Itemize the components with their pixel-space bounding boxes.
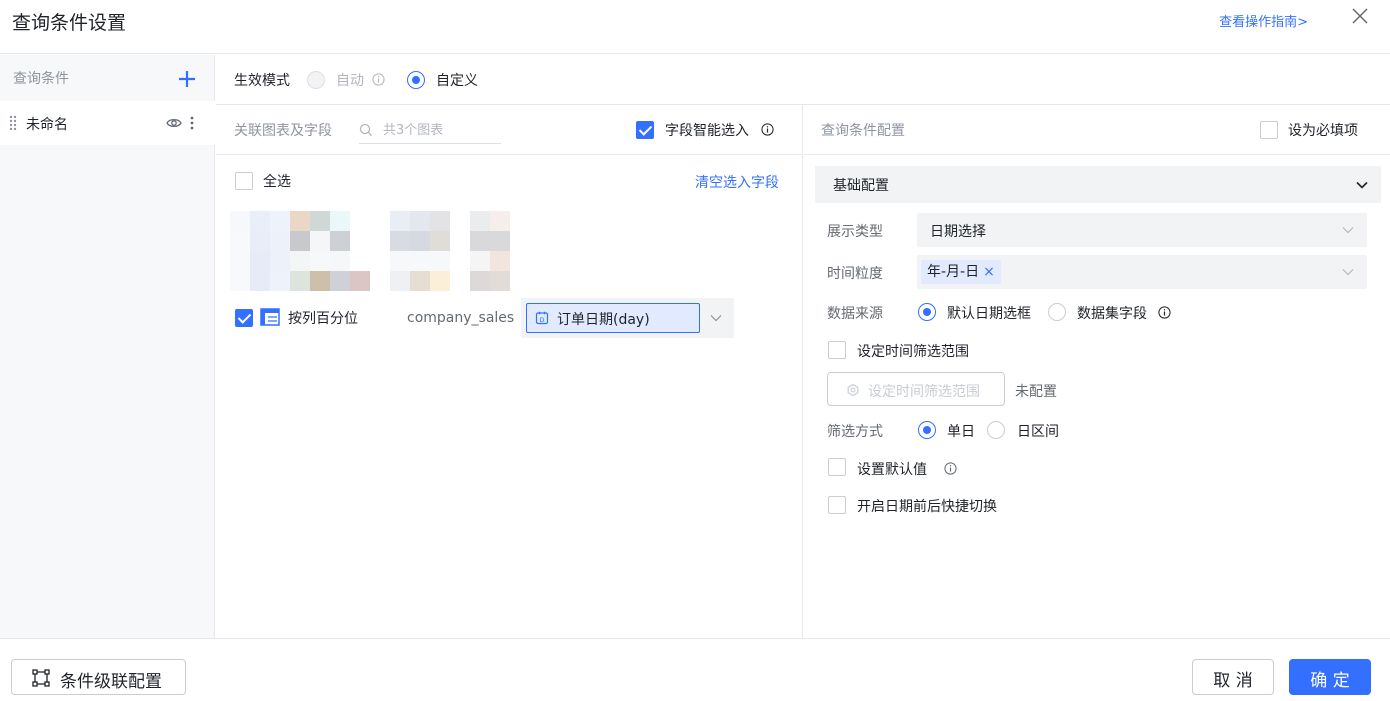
quick-switch-label: 开启日期前后快捷切换 bbox=[857, 499, 997, 515]
dataset-name: company_sales bbox=[407, 310, 515, 326]
condition-item-label: 未命名 bbox=[26, 117, 68, 133]
close-icon[interactable] bbox=[1350, 6, 1370, 26]
required-checkbox[interactable] bbox=[1260, 121, 1278, 139]
chart-search[interactable] bbox=[359, 118, 501, 144]
sidebar-title: 查询条件 bbox=[13, 71, 69, 87]
linkage-icon bbox=[32, 669, 50, 687]
granularity-tag-label: 年-月-日 bbox=[927, 264, 980, 280]
select-all-checkbox[interactable] bbox=[235, 172, 253, 190]
condition-sidebar: 查询条件 未命名 bbox=[0, 55, 215, 638]
data-source-default-label: 默认日期选框 bbox=[947, 306, 1031, 322]
date-field-icon: D bbox=[535, 311, 549, 325]
filter-day-range-radio[interactable] bbox=[987, 421, 1005, 439]
smart-select-label: 字段智能选入 bbox=[665, 123, 749, 139]
granularity-tag: 年-月-日 × bbox=[921, 260, 1001, 284]
chart-thumbnail bbox=[390, 211, 530, 291]
chart-name: 按列百分位 bbox=[288, 311, 358, 327]
basic-config-section[interactable]: 基础配置 bbox=[815, 166, 1381, 203]
set-time-range-label: 设定时间筛选范围 bbox=[868, 384, 980, 400]
data-source-dataset-radio[interactable] bbox=[1048, 303, 1066, 321]
info-icon bbox=[1158, 306, 1171, 319]
chevron-down-icon bbox=[1342, 227, 1354, 234]
default-value-checkbox[interactable] bbox=[828, 458, 846, 476]
mode-auto-label: 自动 bbox=[336, 73, 364, 89]
chevron-down-icon[interactable] bbox=[709, 311, 723, 325]
display-type-value: 日期选择 bbox=[930, 224, 986, 240]
filter-mode-label: 筛选方式 bbox=[827, 424, 883, 440]
section-title: 基础配置 bbox=[833, 178, 889, 194]
tag-remove-icon[interactable]: × bbox=[983, 264, 995, 280]
granularity-select[interactable]: 年-月-日 × bbox=[917, 255, 1367, 289]
chart-thumbnail bbox=[230, 211, 370, 291]
query-condition-dialog: 查询条件设置 查看操作指南> 查询条件 未命名 生效模式 自动 自定义 关联图表… bbox=[0, 0, 1390, 701]
dialog-title: 查询条件设置 bbox=[12, 12, 127, 34]
info-icon bbox=[372, 73, 385, 86]
set-time-range-button[interactable]: 设定时间筛选范围 bbox=[827, 372, 1005, 406]
display-type-label: 展示类型 bbox=[827, 224, 883, 240]
filter-single-day-label: 单日 bbox=[947, 424, 975, 440]
field-select-value: 订单日期(day) bbox=[557, 312, 650, 328]
time-range-status: 未配置 bbox=[1015, 384, 1057, 400]
field-select[interactable]: D 订单日期(day) bbox=[526, 303, 700, 333]
linked-charts-header: 关联图表及字段 字段智能选入 bbox=[216, 105, 803, 155]
mode-custom-label: 自定义 bbox=[436, 73, 478, 89]
required-label: 设为必填项 bbox=[1288, 123, 1358, 139]
smart-select-checkbox[interactable] bbox=[636, 121, 654, 139]
default-value-label: 设置默认值 bbox=[857, 462, 927, 478]
config-header: 查询条件配置 设为必填项 bbox=[804, 105, 1390, 155]
dialog-header: 查询条件设置 查看操作指南> bbox=[0, 0, 1390, 54]
chevron-down-icon bbox=[1342, 269, 1354, 276]
cancel-button[interactable]: 取 消 bbox=[1192, 659, 1274, 695]
svg-text:D: D bbox=[539, 316, 544, 324]
data-source-label: 数据来源 bbox=[827, 306, 883, 322]
linkage-config-button[interactable]: 条件级联配置 bbox=[11, 659, 186, 695]
quick-switch-checkbox[interactable] bbox=[828, 496, 846, 514]
filter-single-day-radio[interactable] bbox=[918, 421, 936, 439]
chevron-down-icon[interactable] bbox=[1355, 178, 1369, 192]
guide-link[interactable]: 查看操作指南> bbox=[1219, 11, 1308, 30]
drag-handle-icon[interactable] bbox=[9, 115, 17, 131]
clear-fields-link[interactable]: 清空选入字段 bbox=[695, 172, 779, 192]
chart-search-input[interactable] bbox=[383, 120, 499, 140]
select-all-label: 全选 bbox=[263, 174, 291, 190]
linked-charts-title: 关联图表及字段 bbox=[234, 123, 332, 139]
search-icon bbox=[359, 123, 372, 136]
settings-icon bbox=[847, 383, 859, 397]
ok-button-label: 确 定 bbox=[1310, 671, 1350, 691]
more-icon[interactable] bbox=[189, 115, 195, 131]
time-range-checkbox[interactable] bbox=[828, 341, 846, 359]
config-panel: 查询条件配置 设为必填项 基础配置 展示类型 日期选择 时间粒度 年-月-日× bbox=[804, 105, 1390, 638]
mode-label: 生效模式 bbox=[234, 73, 290, 89]
config-title: 查询条件配置 bbox=[821, 123, 905, 139]
add-icon[interactable] bbox=[177, 69, 197, 89]
info-icon bbox=[944, 462, 957, 475]
display-type-select[interactable]: 日期选择 bbox=[917, 213, 1367, 247]
condition-item[interactable]: 未命名 bbox=[0, 101, 215, 145]
mode-auto-radio bbox=[307, 71, 325, 89]
eye-icon[interactable] bbox=[166, 116, 182, 130]
mode-bar: 生效模式 自动 自定义 bbox=[216, 55, 1390, 105]
dialog-footer: 条件级联配置 取 消 确 定 bbox=[0, 638, 1390, 701]
ok-button[interactable]: 确 定 bbox=[1289, 659, 1371, 695]
sidebar-header: 查询条件 bbox=[0, 55, 215, 101]
linkage-config-label: 条件级联配置 bbox=[60, 672, 162, 692]
granularity-label: 时间粒度 bbox=[827, 266, 883, 282]
filter-day-range-label: 日区间 bbox=[1017, 424, 1059, 440]
data-source-dataset-label: 数据集字段 bbox=[1077, 306, 1147, 322]
mode-custom-radio[interactable] bbox=[407, 71, 425, 89]
chart-row-checkbox[interactable] bbox=[235, 309, 253, 327]
time-range-label: 设定时间筛选范围 bbox=[857, 344, 969, 360]
data-source-default-radio[interactable] bbox=[918, 303, 936, 321]
info-icon bbox=[761, 123, 774, 136]
cancel-button-label: 取 消 bbox=[1213, 671, 1253, 691]
linked-charts-panel: 关联图表及字段 字段智能选入 全选 清空选入字段 bbox=[216, 105, 803, 638]
table-chart-icon bbox=[260, 308, 280, 326]
